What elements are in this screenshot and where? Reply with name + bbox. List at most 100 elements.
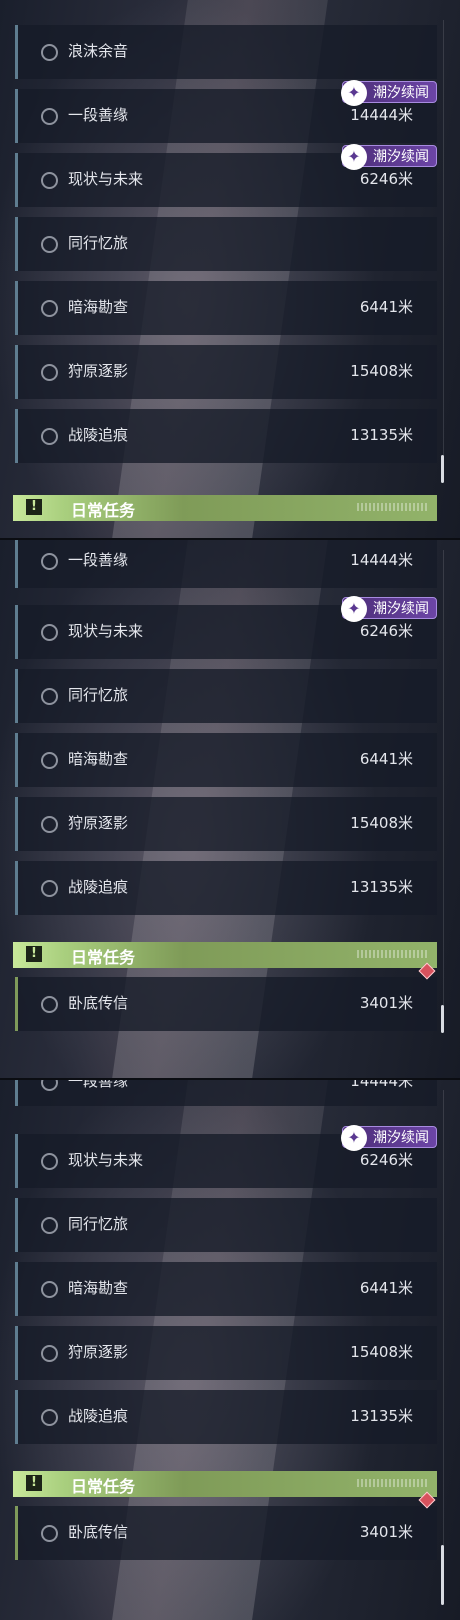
radio-icon [41,752,58,769]
sparkle-icon: ✦ [341,1125,367,1151]
quest-distance: 14444米 [350,551,413,569]
daily-quest-header[interactable]: ! 日常任务 [13,1471,437,1497]
radio-icon [41,1217,58,1234]
quest-name: 浪沫余音 [68,42,129,60]
quest-row[interactable]: 同行忆旅 [15,217,437,271]
tide-badge: ✦ 潮汐续闻 [341,1125,437,1151]
daily-quest-row[interactable]: 卧底传信 3401米 [15,1491,437,1560]
quest-row[interactable]: 一段善缘 14444米 ✦ 潮汐续闻 [15,80,437,143]
quest-panel-2: 一段善缘 14444米 现状与未来 6246米 ✦ 潮汐续闻 同行忆旅 暗海勘查… [0,540,460,1078]
daily-quest-row[interactable]: 卧底传信 3401米 [15,962,437,1031]
header-decoration [357,950,427,958]
quest-distance: 15408米 [350,362,413,380]
sparkle-icon: ✦ [341,144,367,170]
exclamation-icon: ! [26,946,42,962]
tide-badge: ✦ 潮汐续闻 [341,80,437,106]
radio-icon [41,428,58,445]
quest-row[interactable]: 狩原逐影 15408米 [15,345,437,399]
radio-icon [41,880,58,897]
quest-distance: 14444米 [350,1080,413,1090]
quest-name: 狩原逐影 [68,1343,129,1361]
radio-icon [41,553,58,570]
quest-row[interactable]: 战陵追痕 13135米 [15,861,437,915]
radio-icon [41,1080,58,1091]
quest-name: 战陵追痕 [68,1407,129,1425]
radio-icon [41,1345,58,1362]
radio-icon [41,996,58,1013]
exclamation-icon: ! [26,499,42,515]
daily-quest-header[interactable]: ! 日常任务 [13,495,437,521]
quest-name: 卧底传信 [68,994,129,1012]
scrollbar-track [443,550,444,1030]
frame-separator [0,538,460,540]
quest-distance: 6246米 [359,622,413,640]
quest-distance: 6441米 [359,1279,413,1297]
quest-row[interactable]: 一段善缘 14444米 [15,540,437,588]
sparkle-icon: ✦ [341,596,367,622]
quest-name: 同行忆旅 [68,686,129,704]
radio-icon [41,236,58,253]
radio-icon [41,1409,58,1426]
badge-label: 潮汐续闻 [373,85,429,101]
quest-distance: 3401米 [359,994,413,1012]
quest-name: 战陵追痕 [68,426,129,444]
quest-row[interactable]: 狩原逐影 15408米 [15,797,437,851]
quest-distance: 14444米 [350,106,413,124]
quest-name: 暗海勘查 [68,298,129,316]
quest-name: 狩原逐影 [68,362,129,380]
exclamation-icon: ! [26,1475,42,1491]
quest-row[interactable]: 一段善缘 14444米 [15,1080,437,1106]
scrollbar-thumb[interactable] [441,1005,444,1033]
radio-icon [41,1153,58,1170]
badge-label: 潮汐续闻 [373,1130,429,1146]
tide-badge: ✦ 潮汐续闻 [341,144,437,170]
scrollbar-track [443,20,444,480]
quest-name: 一段善缘 [68,1080,129,1090]
scrollbar-thumb[interactable] [441,1545,444,1605]
quest-name: 现状与未来 [68,170,144,188]
radio-icon [41,816,58,833]
radio-icon [41,1525,58,1542]
radio-icon [41,108,58,125]
quest-panel-1: 浪沫余音 一段善缘 14444米 ✦ 潮汐续闻 现状与未来 6246米 ✦ 潮汐… [0,0,460,538]
quest-row[interactable]: 现状与未来 6246米 ✦ 潮汐续闻 [15,596,437,659]
quest-distance: 6441米 [359,298,413,316]
quest-distance: 15408米 [350,1343,413,1361]
radio-icon [41,688,58,705]
quest-row[interactable]: 狩原逐影 15408米 [15,1326,437,1380]
frame-separator [0,1078,460,1080]
badge-label: 潮汐续闻 [373,149,429,165]
quest-row[interactable]: 战陵追痕 13135米 [15,409,437,463]
quest-distance: 13135米 [350,426,413,444]
quest-row[interactable]: 暗海勘查 6441米 [15,733,437,787]
quest-name: 暗海勘查 [68,750,129,768]
quest-row[interactable]: 现状与未来 6246米 ✦ 潮汐续闻 [15,1125,437,1188]
header-decoration [357,1479,427,1487]
quest-name: 一段善缘 [68,106,129,124]
quest-distance: 13135米 [350,878,413,896]
quest-row[interactable]: 暗海勘查 6441米 [15,1262,437,1316]
quest-distance: 6246米 [359,1151,413,1169]
quest-name: 卧底传信 [68,1523,129,1541]
section-title: 日常任务 [71,948,136,967]
quest-row[interactable]: 现状与未来 6246米 ✦ 潮汐续闻 [15,144,437,207]
radio-icon [41,364,58,381]
section-title: 日常任务 [71,501,136,520]
quest-distance: 3401米 [359,1523,413,1541]
radio-icon [41,1281,58,1298]
scrollbar-thumb[interactable] [441,455,444,483]
quest-name: 一段善缘 [68,551,129,569]
quest-row[interactable]: 战陵追痕 13135米 [15,1390,437,1444]
header-decoration [357,503,427,511]
quest-row[interactable]: 同行忆旅 [15,1198,437,1252]
section-title: 日常任务 [71,1477,136,1496]
badge-label: 潮汐续闻 [373,601,429,617]
quest-distance: 15408米 [350,814,413,832]
quest-row[interactable]: 暗海勘查 6441米 [15,281,437,335]
quest-name: 狩原逐影 [68,814,129,832]
quest-name: 同行忆旅 [68,234,129,252]
quest-row[interactable]: 同行忆旅 [15,669,437,723]
quest-row[interactable]: 浪沫余音 [15,25,437,79]
sparkle-icon: ✦ [341,80,367,106]
daily-quest-header[interactable]: ! 日常任务 [13,942,437,968]
